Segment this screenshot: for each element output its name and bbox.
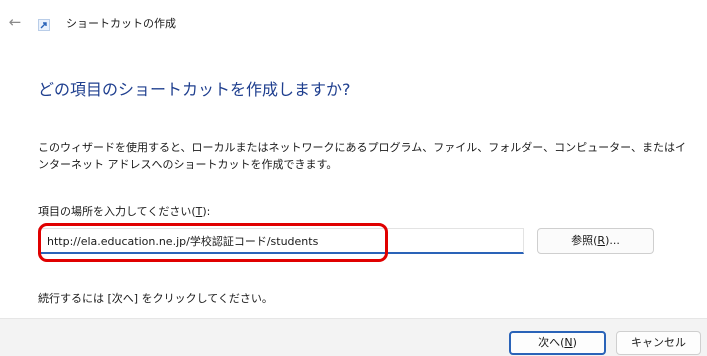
location-input[interactable] bbox=[38, 228, 524, 254]
location-label: 項目の場所を入力してください(T): bbox=[38, 205, 211, 218]
browse-button[interactable]: 参照(R)... bbox=[537, 228, 654, 254]
description-text: このウィザードを使用すると、ローカルまたはネットワークにあるプログラム、ファイル… bbox=[38, 141, 687, 171]
continue-hint: 続行するには [次へ] をクリックしてください。 bbox=[38, 292, 273, 305]
cancel-button[interactable]: キャンセル bbox=[616, 331, 701, 355]
footer-bar: 次へ(N) キャンセル bbox=[0, 318, 707, 356]
window-title: ショートカットの作成 bbox=[66, 17, 176, 30]
arrow-left-icon: ← bbox=[8, 13, 22, 31]
next-button[interactable]: 次へ(N) bbox=[509, 331, 606, 355]
shortcut-icon bbox=[38, 19, 50, 31]
back-button[interactable]: ← bbox=[6, 14, 24, 30]
page-heading: どの項目のショートカットを作成しますか? bbox=[38, 80, 351, 99]
title-bar: ← ショートカットの作成 bbox=[0, 0, 707, 42]
